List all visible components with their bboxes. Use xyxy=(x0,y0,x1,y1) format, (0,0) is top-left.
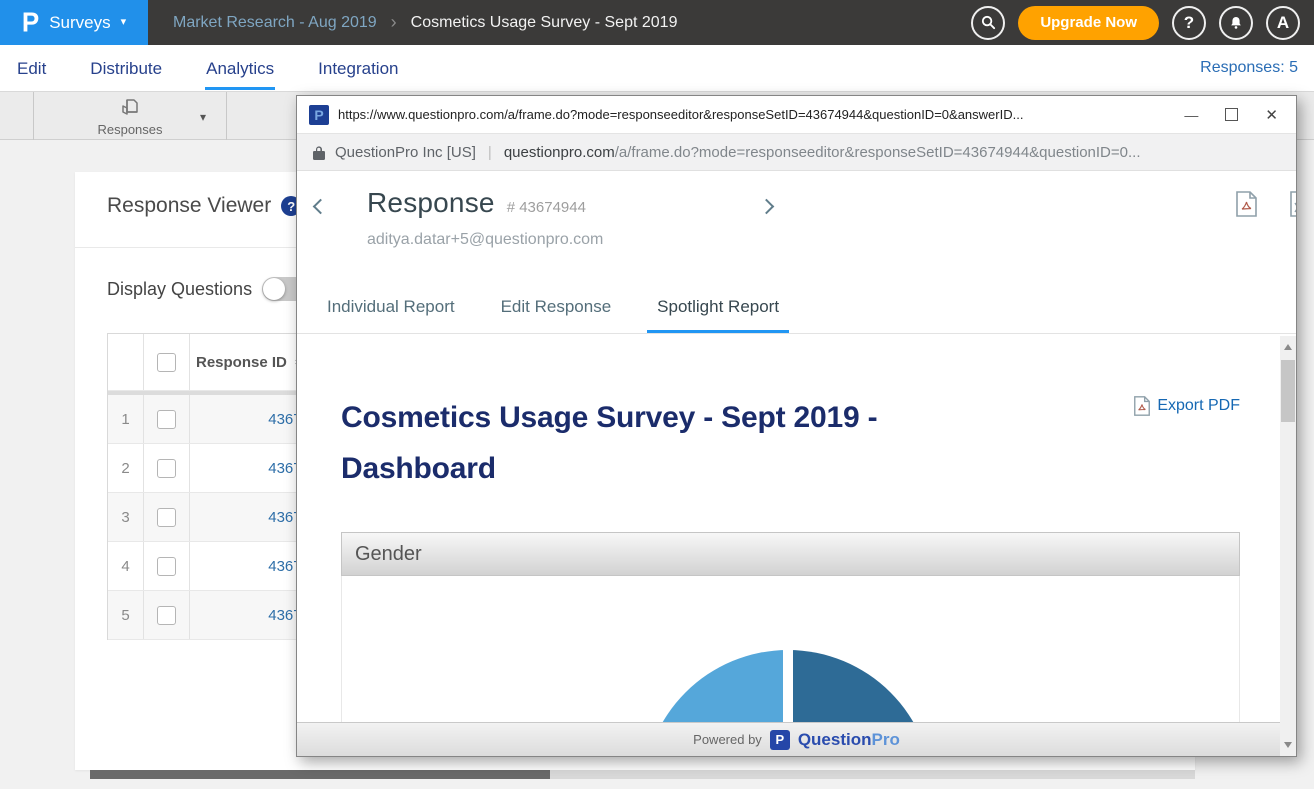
row-checkbox[interactable] xyxy=(157,557,176,576)
display-questions-label: Display Questions xyxy=(107,279,252,300)
gender-panel: Gender xyxy=(341,532,1240,722)
questionpro-brand[interactable]: QuestionPro xyxy=(798,730,900,750)
row-checkbox[interactable] xyxy=(157,410,176,429)
help-button[interactable]: ? xyxy=(1172,6,1206,40)
responses-toolbar-label: Responses xyxy=(97,122,162,137)
spotlight-report-content: Cosmetics Usage Survey - Sept 2019 - Das… xyxy=(297,334,1280,722)
response-id-value: # 43674944 xyxy=(507,199,586,216)
report-title-line2: Dashboard xyxy=(341,443,981,494)
export-pdf-link[interactable]: Export PDF xyxy=(1134,396,1240,416)
popup-url: https://www.questionpro.com/a/frame.do?m… xyxy=(338,107,1148,122)
tab-spotlight-report[interactable]: Spotlight Report xyxy=(647,284,789,333)
surveys-menu[interactable]: P Surveys ▾ xyxy=(0,0,148,45)
nav-item-analytics[interactable]: Analytics xyxy=(205,47,275,90)
page-title: Response Viewer xyxy=(107,194,271,218)
questionpro-footer-logo-icon: P xyxy=(770,730,790,750)
url-domain: questionpro.com xyxy=(504,144,615,161)
horizontal-scrollbar[interactable] xyxy=(90,770,1195,779)
select-all-checkbox[interactable] xyxy=(157,353,176,372)
minimize-icon[interactable]: — xyxy=(1184,107,1198,123)
vertical-scrollbar-thumb[interactable] xyxy=(1281,360,1295,422)
lock-icon xyxy=(313,145,325,160)
survey-nav: Edit Distribute Analytics Integration Re… xyxy=(0,45,1314,92)
notifications-button[interactable] xyxy=(1219,6,1253,40)
surveys-menu-label: Surveys xyxy=(49,13,110,33)
response-viewer-title-row: Response Viewer ? xyxy=(107,194,301,218)
tab-edit-response[interactable]: Edit Response xyxy=(491,284,622,333)
upgrade-now-button[interactable]: Upgrade Now xyxy=(1018,6,1159,40)
row-checkbox[interactable] xyxy=(157,459,176,478)
row-number: 5 xyxy=(108,591,144,639)
topbar-actions: Upgrade Now ? A xyxy=(971,6,1314,40)
question-mark-icon: ? xyxy=(1184,13,1194,33)
maximize-icon[interactable] xyxy=(1225,108,1238,121)
bell-icon xyxy=(1228,15,1244,31)
questionpro-logo-icon: P xyxy=(22,6,39,39)
row-number: 1 xyxy=(108,395,144,443)
response-title-row: Response # 43674944 xyxy=(367,187,586,219)
security-separator: | xyxy=(488,144,492,161)
search-icon xyxy=(980,14,997,31)
breadcrumb: Market Research - Aug 2019 › Cosmetics U… xyxy=(173,12,677,33)
export-pdf-icon[interactable] xyxy=(1236,191,1257,217)
nav-item-distribute[interactable]: Distribute xyxy=(89,47,163,90)
security-bar: QuestionPro Inc [US] | questionpro.com/a… xyxy=(297,134,1296,171)
response-title: Response xyxy=(367,187,495,219)
breadcrumb-parent-link[interactable]: Market Research - Aug 2019 xyxy=(173,14,377,32)
row-checkbox[interactable] xyxy=(157,606,176,625)
row-number: 3 xyxy=(108,493,144,541)
responses-count: Responses: 5 xyxy=(1200,59,1298,77)
gender-panel-title: Gender xyxy=(355,543,422,566)
export-pdf-label: Export PDF xyxy=(1157,397,1240,415)
brand-question: Question xyxy=(798,730,872,749)
report-title-line1: Cosmetics Usage Survey - Sept 2019 - xyxy=(341,392,981,443)
screen: P Surveys ▾ Market Research - Aug 2019 ›… xyxy=(0,0,1314,789)
tab-individual-report[interactable]: Individual Report xyxy=(317,284,465,333)
respondent-email: aditya.datar+5@questionpro.com xyxy=(367,231,603,249)
scroll-up-arrow-icon[interactable] xyxy=(1284,344,1292,350)
horizontal-scrollbar-thumb[interactable] xyxy=(90,770,550,779)
scroll-down-arrow-icon[interactable] xyxy=(1284,742,1292,748)
popup-vertical-scrollbar[interactable] xyxy=(1280,336,1296,756)
breadcrumb-separator-icon: › xyxy=(391,12,397,33)
avatar-initial: A xyxy=(1277,13,1289,33)
next-response-button[interactable] xyxy=(759,199,775,215)
nav-item-integration[interactable]: Integration xyxy=(317,47,399,90)
toolbar-caret-icon[interactable]: ▾ xyxy=(200,110,206,124)
breadcrumb-current: Cosmetics Usage Survey - Sept 2019 xyxy=(411,14,678,32)
powered-by-label: Powered by xyxy=(693,732,762,747)
topbar: P Surveys ▾ Market Research - Aug 2019 ›… xyxy=(0,0,1314,45)
chevron-down-icon: ▾ xyxy=(121,17,127,28)
previous-response-button[interactable] xyxy=(313,199,329,215)
row-number: 2 xyxy=(108,444,144,492)
pdf-file-icon xyxy=(1134,396,1150,416)
row-checkbox[interactable] xyxy=(157,508,176,527)
export-excel-icon[interactable] xyxy=(1290,191,1297,217)
close-icon[interactable]: ✕ xyxy=(1265,106,1278,124)
toggle-knob xyxy=(263,278,285,300)
questionpro-favicon: P xyxy=(309,105,329,125)
url-path: /a/frame.do?mode=responseeditor&response… xyxy=(615,144,1141,161)
gender-panel-body xyxy=(341,576,1240,722)
response-id-header-label: Response ID xyxy=(196,354,287,371)
report-title: Cosmetics Usage Survey - Sept 2019 - Das… xyxy=(341,392,981,494)
response-popup-window: P https://www.questionpro.com/a/frame.do… xyxy=(296,95,1297,757)
powered-by-footer: Powered by P QuestionPro xyxy=(297,722,1296,756)
gender-pie xyxy=(643,650,933,722)
search-button[interactable] xyxy=(971,6,1005,40)
responses-icon xyxy=(118,96,142,120)
row-number: 4 xyxy=(108,542,144,590)
window-controls: — ✕ xyxy=(1184,106,1284,124)
row-number-header xyxy=(108,334,144,390)
popup-titlebar[interactable]: P https://www.questionpro.com/a/frame.do… xyxy=(297,96,1296,134)
gender-panel-header: Gender xyxy=(341,532,1240,576)
certificate-org[interactable]: QuestionPro Inc [US] xyxy=(335,144,476,161)
report-tabs: Individual Report Edit Response Spotligh… xyxy=(297,284,1296,334)
brand-pro: Pro xyxy=(871,730,899,749)
nav-item-edit[interactable]: Edit xyxy=(16,47,47,90)
response-header: Response # 43674944 aditya.datar+5@quest… xyxy=(297,171,1296,284)
avatar[interactable]: A xyxy=(1266,6,1300,40)
responses-toolbar-button[interactable]: Responses xyxy=(33,92,227,140)
